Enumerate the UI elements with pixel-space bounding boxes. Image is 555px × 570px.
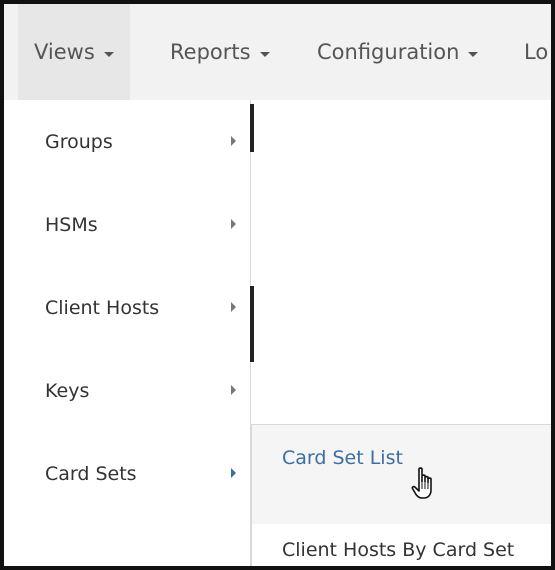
menu-item-label: Card Sets bbox=[45, 462, 137, 485]
chevron-right-icon bbox=[231, 385, 236, 395]
menu-item-label: Groups bbox=[45, 130, 113, 153]
card-sets-submenu: Card Set List Client Hosts By Card Set bbox=[251, 424, 551, 566]
nav-configuration-menu[interactable]: Configuration bbox=[317, 4, 479, 100]
nav-reports-menu[interactable]: Reports bbox=[170, 4, 270, 100]
nav-partial-menu[interactable]: Lo bbox=[524, 4, 548, 100]
submenu-item-client-hosts-by-card-set[interactable]: Client Hosts By Card Set bbox=[252, 524, 551, 566]
chevron-right-icon bbox=[231, 302, 236, 312]
submenu-item-card-set-list[interactable]: Card Set List bbox=[252, 425, 551, 524]
scrollbar-thumb[interactable] bbox=[250, 104, 254, 152]
nav-views-menu[interactable]: Views bbox=[18, 4, 130, 100]
views-dropdown-menu: Groups HSMs Client Hosts Keys Card Sets bbox=[18, 100, 251, 566]
menu-item-keys[interactable]: Keys bbox=[18, 349, 250, 432]
caret-down-icon bbox=[259, 51, 270, 57]
nav-reports-label: Reports bbox=[170, 40, 251, 64]
menu-item-groups[interactable]: Groups bbox=[18, 100, 250, 183]
submenu-item-label: Client Hosts By Card Set bbox=[282, 538, 515, 561]
caret-down-icon bbox=[103, 51, 114, 57]
submenu-item-label: Card Set List bbox=[282, 447, 403, 469]
hand-pointer-icon bbox=[411, 467, 432, 499]
menu-item-label: HSMs bbox=[45, 213, 98, 236]
menu-item-client-hosts[interactable]: Client Hosts bbox=[18, 266, 250, 349]
chevron-right-icon bbox=[231, 468, 236, 478]
nav-views-label: Views bbox=[34, 40, 95, 64]
chevron-right-icon bbox=[231, 219, 236, 229]
menu-item-label: Client Hosts bbox=[45, 296, 160, 319]
menu-item-card-sets[interactable]: Card Sets bbox=[18, 432, 250, 515]
nav-configuration-label: Configuration bbox=[317, 40, 460, 64]
menu-item-label: Keys bbox=[45, 379, 90, 402]
nav-partial-label: Lo bbox=[524, 40, 549, 64]
chevron-right-icon bbox=[231, 136, 236, 146]
scrollbar-thumb[interactable] bbox=[250, 286, 254, 362]
app-window: Views Reports Configuration Lo Groups HS… bbox=[0, 0, 555, 570]
caret-down-icon bbox=[468, 51, 479, 57]
menu-item-hsms[interactable]: HSMs bbox=[18, 183, 250, 266]
top-navbar: Views Reports Configuration Lo bbox=[4, 4, 551, 100]
